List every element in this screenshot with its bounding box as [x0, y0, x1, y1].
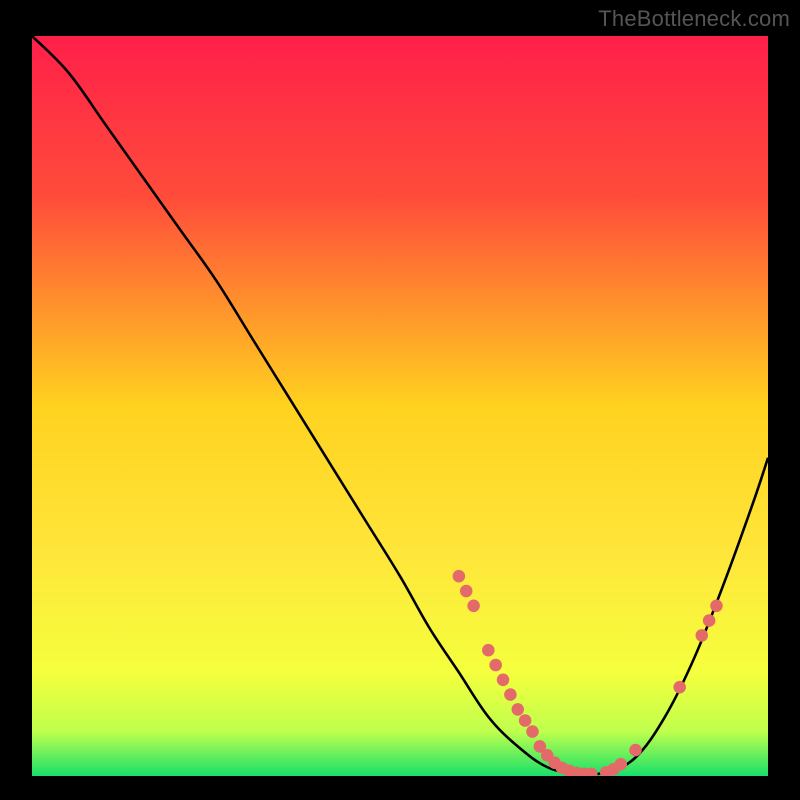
chart-marker	[519, 714, 532, 727]
chart-plot-area	[32, 36, 768, 776]
chart-marker	[460, 585, 473, 598]
chart-marker	[710, 600, 723, 613]
chart-marker	[467, 600, 480, 613]
chart-marker	[703, 614, 716, 627]
chart-marker	[504, 688, 517, 701]
chart-marker	[615, 758, 628, 771]
attribution-text: TheBottleneck.com	[598, 6, 790, 32]
chart-marker	[696, 629, 709, 642]
chart-marker	[489, 659, 502, 672]
chart-marker	[497, 674, 510, 687]
chart-marker	[512, 703, 525, 716]
bottleneck-curve-path	[32, 36, 768, 775]
chart-marker	[482, 644, 495, 657]
chart-marker	[453, 570, 466, 583]
chart-marker	[673, 681, 686, 694]
chart-marker	[629, 744, 642, 757]
chart-curve	[32, 36, 768, 776]
chart-marker	[526, 725, 539, 738]
chart-markers	[453, 570, 723, 776]
